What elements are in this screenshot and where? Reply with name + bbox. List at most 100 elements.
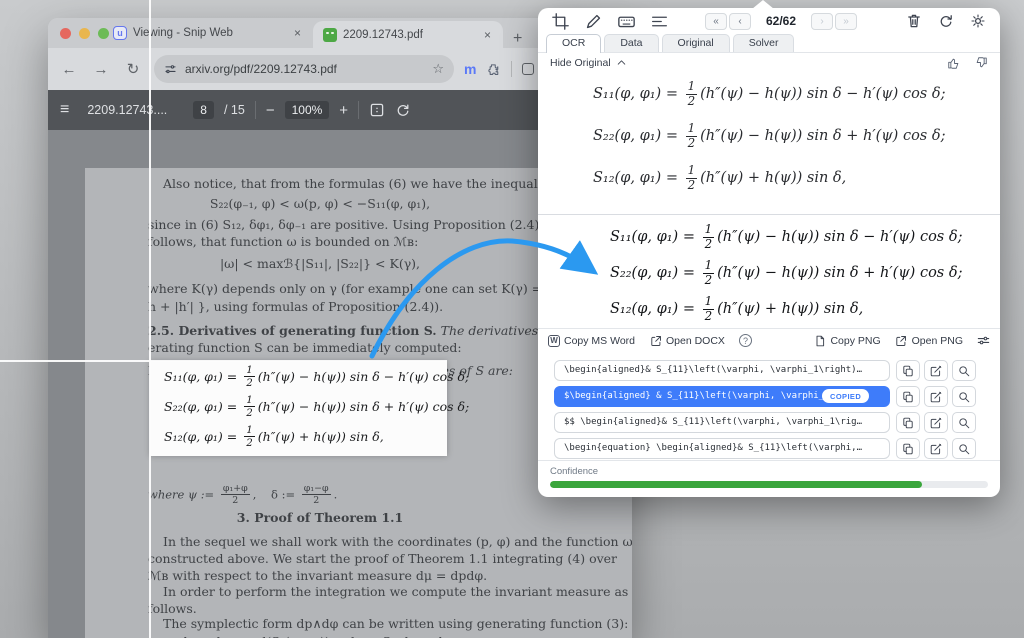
url-text[interactable]: arxiv.org/pdf/2209.12743.pdf (185, 62, 424, 76)
open-docx-button[interactable]: Open DOCX (649, 334, 725, 347)
search-button[interactable] (952, 438, 976, 459)
help-icon[interactable]: ? (739, 334, 752, 347)
extensions-puzzle-icon[interactable] (486, 62, 501, 77)
copy-button[interactable] (896, 438, 920, 459)
zoom-window-button[interactable] (98, 28, 109, 39)
next-result-button[interactable]: › (811, 13, 833, 30)
latex-code-field[interactable]: \begin{aligned}& S_{11}\left(\varphi, \v… (554, 360, 890, 381)
copy-button[interactable] (896, 360, 920, 381)
page-number-input[interactable]: 8 (193, 101, 214, 119)
settings-gear-icon[interactable] (968, 11, 988, 31)
close-window-button[interactable] (60, 28, 71, 39)
original-equation-s11: S₁₁(φ, φ₁) = 12(h″(ψ) − h(ψ)) sin δ − h′… (593, 81, 945, 108)
confidence-fill (550, 481, 922, 488)
snip-crop-icon[interactable] (550, 11, 570, 31)
pdf-math-line: S₂₂(φ₋₁, φ) < ω(p, φ) < −S₁₁(φ, φ₁), (100, 196, 540, 211)
zoom-in-button[interactable]: + (339, 102, 348, 119)
search-button[interactable] (952, 386, 976, 407)
rendered-equation-s22: S₂₂(φ, φ₁) = 12(h″(ψ) − h(ψ)) sin δ + h′… (610, 260, 962, 287)
hide-original-row: Hide Original (538, 54, 1000, 71)
first-result-button[interactable]: « (705, 13, 727, 30)
thumbs-down-icon[interactable] (974, 56, 988, 70)
tab-snip-web[interactable]: u Viewing - Snip Web × (103, 18, 313, 48)
zoom-out-button[interactable]: − (266, 102, 275, 119)
copy-button[interactable] (896, 412, 920, 433)
prev-result-button[interactable]: ‹ (729, 13, 751, 30)
hide-original-toggle[interactable]: Hide Original (550, 57, 611, 69)
latex-row-aligned: \begin{aligned}& S_{11}\left(\varphi, \v… (554, 360, 984, 381)
word-icon: W (548, 335, 560, 347)
chevron-up-icon[interactable] (615, 56, 628, 69)
copied-badge: COPIED (822, 389, 869, 403)
back-button[interactable]: ← (58, 61, 80, 78)
forward-button[interactable]: → (90, 61, 112, 78)
new-tab-button[interactable]: + (513, 30, 522, 48)
close-tab-icon[interactable]: × (292, 26, 303, 40)
pdf-text-line: since in (6) S₁₂, δφ₁, δφ₋₁ are positive… (148, 217, 569, 232)
pdf-math-line: |ω| < maxℬ{|S₁₁|, |S₂₂|} < K(γ), (100, 256, 540, 271)
rendered-math-section: S₁₁(φ, φ₁) = 12(h″(ψ) − h(ψ)) sin δ − h′… (538, 216, 1000, 328)
pdf-math-line: dp ∧ dφ = −d(S₁(φ, φ₁)) ∧ dφ = S₁₂dφ ∧ d… (100, 634, 540, 638)
format-settings-button[interactable] (977, 334, 990, 347)
trash-icon[interactable] (904, 11, 924, 31)
pdf-text-line: follows. (148, 601, 197, 616)
confidence-label: Confidence (550, 466, 988, 477)
tab-title: Viewing - Snip Web (133, 27, 286, 39)
close-tab-icon[interactable]: × (482, 28, 493, 42)
bookmark-star-icon[interactable]: ☆ (432, 61, 444, 77)
edit-button[interactable] (924, 438, 948, 459)
mathpix-extension-icon[interactable]: m (464, 61, 476, 77)
tab-solver[interactable]: Solver (733, 34, 795, 52)
search-button[interactable] (952, 360, 976, 381)
search-button[interactable] (952, 412, 976, 433)
tab-ocr[interactable]: OCR (546, 34, 601, 53)
copy-ms-word-button[interactable]: W Copy MS Word (548, 335, 635, 347)
pdf-text-line: In the sequel we shall work with the coo… (163, 534, 632, 549)
tab-title: 2209.12743.pdf (343, 29, 476, 41)
latex-row-display-dollar: $$ \begin{aligned}& S_{11}\left(\varphi,… (554, 412, 984, 433)
address-bar[interactable]: arxiv.org/pdf/2209.12743.pdf ☆ (154, 55, 454, 83)
page-total: / 15 (224, 103, 245, 117)
keyboard-icon[interactable] (616, 11, 636, 31)
minimize-window-button[interactable] (79, 28, 90, 39)
rotate-icon[interactable] (395, 102, 411, 118)
text-lines-icon[interactable] (649, 11, 669, 31)
copy-button[interactable] (896, 386, 920, 407)
pdf-text-line: Also notice, that from the formulas (6) … (163, 176, 554, 191)
zoom-level[interactable]: 100% (285, 101, 330, 119)
site-settings-icon[interactable] (164, 63, 177, 76)
original-equation-s12: S₁₂(φ, φ₁) = 12(h″(ψ) + h(ψ)) sin δ, (593, 165, 846, 192)
snip-crosshair-vertical (149, 0, 151, 638)
edit-button[interactable] (924, 360, 948, 381)
copy-png-button[interactable]: Copy PNG (813, 334, 880, 347)
snip-crosshair-horizontal (0, 360, 447, 362)
fit-page-icon[interactable] (369, 102, 385, 118)
rendered-equation-s11: S₁₁(φ, φ₁) = 12(h″(ψ) − h(ψ)) sin δ − h′… (610, 224, 962, 251)
last-result-button[interactable]: » (835, 13, 857, 30)
tab-pdf[interactable]: 2209.12743.pdf × (313, 21, 503, 48)
latex-code-field[interactable]: $$ \begin{aligned}& S_{11}\left(\varphi,… (554, 412, 890, 433)
draw-pen-icon[interactable] (583, 11, 603, 31)
sidebar-icon[interactable] (522, 63, 534, 75)
pdf-equation-s11: S₁₁(φ, φ₁) = 12(h″(ψ) − h(ψ)) sin δ − h′… (164, 365, 469, 389)
open-png-button[interactable]: Open PNG (895, 334, 963, 347)
desktop: u Viewing - Snip Web × 2209.12743.pdf × … (0, 0, 1024, 638)
reload-button[interactable]: ↻ (122, 60, 144, 78)
menu-icon[interactable]: ≡ (60, 101, 69, 119)
sliders-icon (977, 334, 990, 347)
pdf-text-line: The symplectic form dp∧dφ can be written… (163, 616, 628, 631)
panel-toolbar: « ‹ 62/62 › » (538, 8, 1000, 34)
snip-selection-box[interactable]: S₁₁(φ, φ₁) = 12(h″(ψ) − h(ψ)) sin δ − h′… (150, 361, 447, 456)
edit-button[interactable] (924, 386, 948, 407)
thumbs-up-icon[interactable] (947, 56, 961, 70)
edit-button[interactable] (924, 412, 948, 433)
external-link-icon (895, 334, 908, 347)
latex-code-field[interactable]: \begin{equation} \begin{aligned}& S_{11}… (554, 438, 890, 459)
rendered-equation-s12: S₁₂(φ, φ₁) = 12(h″(ψ) + h(ψ)) sin δ, (610, 296, 863, 323)
refresh-icon[interactable] (936, 11, 956, 31)
tab-original[interactable]: Original (662, 34, 730, 52)
tab-data[interactable]: Data (604, 34, 658, 52)
page-icon (813, 334, 826, 347)
pdf-text-line: constructed above. We start the proof of… (148, 551, 617, 566)
latex-row-inline-dollar: $\begin{aligned} & S_{11}\left(\varphi, … (554, 386, 984, 407)
